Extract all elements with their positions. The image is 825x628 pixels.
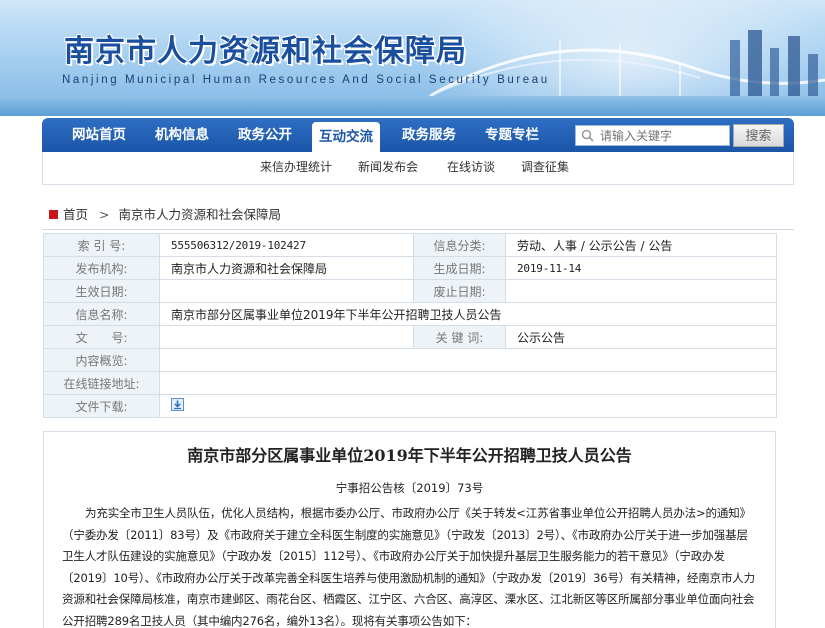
info-name-value: 南京市部分区属事业单位2019年下半年公开招聘卫技人员公告 xyxy=(159,302,777,326)
nav-item-gov-affairs[interactable]: 政务公开 xyxy=(238,118,292,152)
index-value: 555506312/2019-102427 xyxy=(159,233,414,257)
created-date-label: 生成日期: xyxy=(413,256,506,280)
doc-number-value xyxy=(159,325,414,349)
breadcrumb-current[interactable]: 南京市人力资源和社会保障局 xyxy=(119,207,282,222)
table-row: 信息名称: 南京市部分区属事业单位2019年下半年公开招聘卫技人员公告 xyxy=(43,302,777,326)
article-doc-number: 宁事招公告核〔2019〕73号 xyxy=(335,481,484,495)
summary-label: 内容概览: xyxy=(43,348,160,372)
keywords-value: 公示公告 xyxy=(505,325,777,349)
banner-water xyxy=(0,96,825,116)
search-input[interactable] xyxy=(600,128,725,144)
summary-value xyxy=(159,348,777,372)
doc-number-label: 文 号: xyxy=(43,325,160,349)
nav-item-topics[interactable]: 专题专栏 xyxy=(485,118,539,152)
site-title: 南京市人力资源和社会保障局 xyxy=(64,34,467,69)
keywords-label: 关 键 词: xyxy=(413,325,506,349)
site-subtitle: Nanjing Municipal Human Resources And So… xyxy=(62,74,550,86)
breadcrumb-separator: > xyxy=(99,207,110,222)
home-icon xyxy=(49,210,58,219)
effective-date-label: 生效日期: xyxy=(43,279,160,303)
category-value: 劳动、人事 / 公示公告 / 公告 xyxy=(505,233,777,257)
article-panel: 南京市部分区属事业单位2019年下半年公开招聘卫技人员公告 宁事招公告核〔201… xyxy=(43,431,776,628)
repeal-date-value xyxy=(505,279,777,303)
article-body: 为充实全市卫生人员队伍，优化人员结构，根据市委办公厅、市政府办公厅《关于转发<江… xyxy=(62,506,755,628)
subnav-item-press-conference[interactable]: 新闻发布会 xyxy=(358,152,418,184)
main-nav: 网站首页 机构信息 政务公开 互动交流 政务服务 专题专栏 搜索 xyxy=(42,118,794,152)
sub-nav: 来信办理统计 新闻发布会 在线访谈 调查征集 xyxy=(42,152,794,185)
subnav-item-survey[interactable]: 调查征集 xyxy=(521,152,569,184)
nav-item-home[interactable]: 网站首页 xyxy=(72,118,126,152)
subnav-item-online-interview[interactable]: 在线访谈 xyxy=(447,152,495,184)
header-banner: 南京市人力资源和社会保障局 Nanjing Municipal Human Re… xyxy=(0,0,825,116)
publisher-value: 南京市人力资源和社会保障局 xyxy=(159,256,414,280)
file-download-label: 文件下载: xyxy=(43,394,160,418)
subnav-item-letter-stats[interactable]: 来信办理统计 xyxy=(260,152,332,184)
search-icon xyxy=(581,129,594,142)
repeal-date-label: 废止日期: xyxy=(413,279,506,303)
online-link-label: 在线链接地址: xyxy=(43,371,160,395)
search-box xyxy=(575,125,730,146)
nav-item-services[interactable]: 政务服务 xyxy=(402,118,456,152)
info-meta-table: 索 引 号: 555506312/2019-102427 信息分类: 劳动、人事… xyxy=(43,233,777,418)
table-row: 文件下载: xyxy=(43,394,777,418)
category-label: 信息分类: xyxy=(413,233,506,257)
nav-item-organization[interactable]: 机构信息 xyxy=(155,118,209,152)
breadcrumb: 首页 > 南京市人力资源和社会保障局 xyxy=(49,206,281,224)
created-date-value: 2019-11-14 xyxy=(505,256,777,280)
file-download-cell xyxy=(159,394,777,418)
table-row: 发布机构: 南京市人力资源和社会保障局 生成日期: 2019-11-14 xyxy=(43,256,777,280)
table-row: 索 引 号: 555506312/2019-102427 信息分类: 劳动、人事… xyxy=(43,233,777,257)
download-icon[interactable] xyxy=(171,398,184,411)
article-title: 南京市部分区属事业单位2019年下半年公开招聘卫技人员公告 xyxy=(187,446,632,465)
table-row: 生效日期: 废止日期: xyxy=(43,279,777,303)
table-row: 内容概览: xyxy=(43,348,777,372)
search-button[interactable]: 搜索 xyxy=(733,124,784,147)
breadcrumb-home[interactable]: 首页 xyxy=(63,207,88,222)
online-link-value xyxy=(159,371,777,395)
effective-date-value xyxy=(159,279,414,303)
index-label: 索 引 号: xyxy=(43,233,160,257)
publisher-label: 发布机构: xyxy=(43,256,160,280)
table-row: 文 号: 关 键 词: 公示公告 xyxy=(43,325,777,349)
nav-item-interaction[interactable]: 互动交流 xyxy=(312,122,380,152)
breadcrumb-divider xyxy=(42,229,794,230)
info-name-label: 信息名称: xyxy=(43,302,160,326)
table-row: 在线链接地址: xyxy=(43,371,777,395)
